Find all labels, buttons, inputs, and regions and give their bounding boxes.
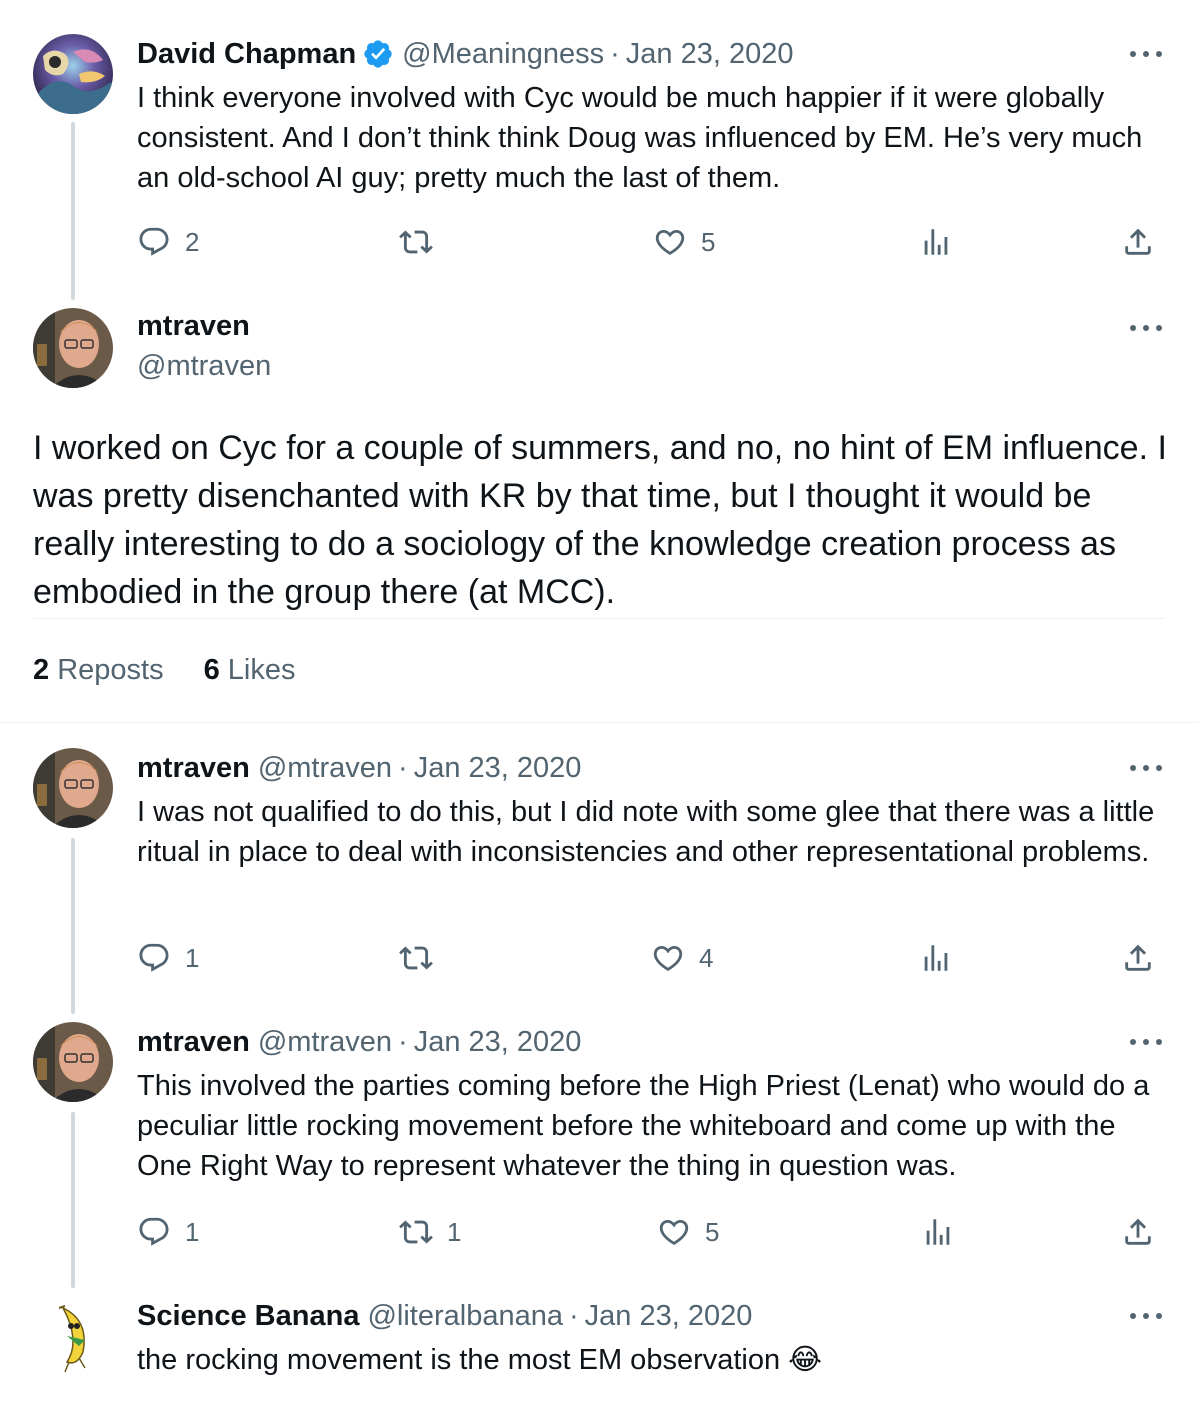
more-icon[interactable] [1130, 314, 1162, 342]
heart-icon [653, 225, 687, 259]
reply-icon [137, 225, 171, 259]
like-count: 4 [699, 942, 714, 973]
tweet-header: Science Banana @literalbanana · Jan 23, … [137, 1296, 752, 1336]
display-name[interactable]: mtraven [137, 310, 250, 343]
reply-count: 1 [185, 1216, 200, 1247]
user-handle[interactable]: @literalbanana [367, 1300, 563, 1333]
tweet-text: This involved the parties coming before … [137, 1070, 1150, 1182]
like-count: 5 [701, 226, 716, 257]
tweet[interactable]: mtraven @mtraven · Jan 23, 2020 I was no… [0, 748, 1198, 998]
reply-count: 1 [185, 942, 200, 973]
reply-icon [137, 941, 171, 975]
display-name[interactable]: Science Banana [137, 1300, 359, 1333]
more-icon[interactable] [1130, 1302, 1162, 1330]
share-icon [1121, 1215, 1155, 1249]
like-button[interactable]: 4 [651, 938, 713, 978]
separator: · [398, 751, 408, 784]
share-button[interactable] [1121, 222, 1155, 262]
more-icon[interactable] [1130, 1028, 1162, 1056]
user-handle[interactable]: @Meaningness [402, 38, 604, 71]
divider [33, 618, 1165, 619]
tweet-date[interactable]: Jan 23, 2020 [585, 1300, 753, 1333]
tweet-text: I was not qualified to do this, but I di… [137, 796, 1155, 868]
display-name[interactable]: mtraven [137, 1026, 250, 1059]
repost-button[interactable]: 1 [399, 1212, 461, 1252]
like-button[interactable]: 5 [653, 222, 715, 262]
views-icon [919, 225, 953, 259]
display-name[interactable]: David Chapman [137, 38, 356, 71]
tweet-stats: 2 Reposts 6 Likes [33, 654, 296, 687]
user-handle[interactable]: @mtraven [258, 1026, 392, 1059]
main-tweet: mtraven @mtraven I worked on Cyc for a c… [0, 308, 1198, 722]
reply-icon [137, 1215, 171, 1249]
heart-icon [657, 1215, 691, 1249]
tweet-date[interactable]: Jan 23, 2020 [626, 38, 794, 71]
tweet-date[interactable]: Jan 23, 2020 [414, 752, 582, 785]
tweet[interactable]: Science Banana @literalbanana · Jan 23, … [0, 1296, 1198, 1408]
more-icon[interactable] [1130, 754, 1162, 782]
share-button[interactable] [1121, 938, 1155, 978]
heart-icon [651, 941, 685, 975]
more-icon[interactable] [1130, 40, 1162, 68]
like-button[interactable]: 5 [657, 1212, 719, 1252]
repost-icon [399, 225, 433, 259]
tweet-actions: 1 4 [137, 938, 1157, 978]
reply-button[interactable]: 1 [137, 938, 199, 978]
tweet-text: I worked on Cyc for a couple of summers,… [33, 429, 1167, 611]
share-button[interactable] [1121, 1212, 1155, 1252]
reply-button[interactable]: 1 [137, 1212, 199, 1252]
section-divider [0, 722, 1198, 723]
user-handle[interactable]: @mtraven [137, 350, 271, 383]
views-button[interactable] [921, 1212, 955, 1252]
separator: · [610, 37, 620, 70]
separator: · [568, 1299, 579, 1332]
avatar[interactable] [33, 1022, 113, 1102]
tweet-header: David Chapman @Meaningness · Jan 23, 202… [137, 34, 794, 74]
share-icon [1121, 941, 1155, 975]
separator: · [398, 1025, 408, 1058]
avatar[interactable] [33, 34, 113, 114]
views-icon [919, 941, 953, 975]
display-name[interactable]: mtraven [137, 752, 250, 785]
tweet-actions: 1 1 5 [137, 1212, 1157, 1252]
avatar[interactable] [33, 748, 113, 828]
tweet[interactable]: David Chapman @Meaningness · Jan 23, 202… [0, 34, 1198, 304]
repost-count: 1 [447, 1216, 462, 1247]
likes-stat[interactable]: 6 Likes [204, 654, 296, 687]
repost-icon [399, 1215, 433, 1249]
reposts-stat[interactable]: 2 Reposts [33, 654, 164, 687]
user-handle[interactable]: @mtraven [258, 752, 392, 785]
repost-icon [399, 941, 433, 975]
reply-button[interactable]: 2 [137, 222, 199, 262]
avatar[interactable] [33, 1296, 113, 1376]
tweet-actions: 2 5 [137, 222, 1157, 262]
verified-badge-icon [362, 38, 394, 70]
tweet-header: mtraven @mtraven · Jan 23, 2020 [137, 1022, 581, 1062]
repost-button[interactable] [399, 938, 433, 978]
views-icon [921, 1215, 955, 1249]
tweet[interactable]: mtraven @mtraven · Jan 23, 2020 This inv… [0, 1022, 1198, 1272]
share-icon [1121, 225, 1155, 259]
tweet-text: the rocking movement is the most EM obse… [137, 1344, 823, 1376]
repost-button[interactable] [399, 222, 433, 262]
tweet-header: mtraven @mtraven · Jan 23, 2020 [137, 748, 581, 788]
reply-count: 2 [185, 226, 200, 257]
views-button[interactable] [919, 222, 953, 262]
tweet-text: I think everyone involved with Cyc would… [137, 82, 1143, 194]
views-button[interactable] [919, 938, 953, 978]
avatar[interactable] [33, 308, 113, 388]
like-count: 5 [705, 1216, 720, 1247]
tweet-date[interactable]: Jan 23, 2020 [414, 1026, 582, 1059]
